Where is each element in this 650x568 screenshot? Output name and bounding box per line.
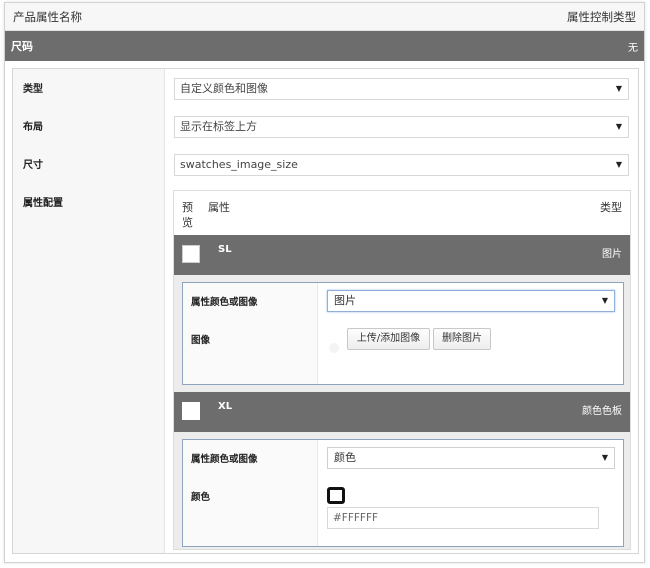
size-label: 尺寸 [23,160,43,171]
term-body-sl: 属性颜色或图像 图片 ▼ 图像 上传/添加图像 删除图片 [174,275,630,392]
settings-label-column [13,69,165,553]
attr-color-or-image-select[interactable]: 颜色 ▼ [327,447,615,469]
attribute-name: 尺码 [11,40,33,53]
attr-color-or-image-select[interactable]: 图片 ▼ [327,290,615,312]
color-hex-input[interactable]: #FFFFFF [327,507,599,529]
image-placeholder [329,343,339,353]
remove-image-button[interactable]: 删除图片 [433,328,491,350]
product-attribute-name-header: 产品属性名称 [13,9,82,24]
attribute-config-box: 预 览 属性 类型 SL 图片 属性颜色或图像 图片 ▼ 图像 上传/添加图像 … [173,190,631,550]
attr-color-or-image-label: 属性颜色或图像 [191,297,258,308]
layout-select[interactable]: 显示在标签上方 ▼ [174,116,629,138]
term-preview-swatch [182,245,200,263]
term-type: 颜色色板 [582,406,622,417]
layout-label: 布局 [23,122,43,133]
config-table-header: 预 览 属性 类型 [174,191,630,235]
attribute-panel: 产品属性名称 属性控制类型 尺码 无 类型 自定义颜色和图像 ▼ 布局 显示在标… [4,2,645,563]
term-body-xl: 属性颜色或图像 颜色 ▼ 颜色 #FFFFFF [174,432,630,549]
chevron-down-icon: ▼ [601,296,608,305]
color-label: 颜色 [191,492,211,503]
term-name: SL [218,244,232,255]
attribute-control-type-header: 属性控制类型 [567,9,636,24]
term-type: 图片 [602,249,622,260]
config-label: 属性配置 [23,198,63,209]
type-select-value: 自定义颜色和图像 [180,82,268,95]
type-header: 类型 [600,201,622,214]
attribute-row-size[interactable]: 尺码 无 [5,31,644,61]
term-name: XL [218,401,233,412]
attribute-settings-panel: 类型 自定义颜色和图像 ▼ 布局 显示在标签上方 ▼ 尺寸 swatches_i… [12,68,639,554]
term-settings-sl: 属性颜色或图像 图片 ▼ 图像 上传/添加图像 删除图片 [182,282,624,385]
term-preview-swatch [182,402,200,420]
attribute-control-type: 无 [628,42,638,54]
size-select[interactable]: swatches_image_size ▼ [174,154,629,176]
preview-header-line2: 览 [182,216,193,229]
size-select-value: swatches_image_size [180,158,298,171]
chevron-down-icon: ▼ [601,453,608,462]
table-header: 产品属性名称 属性控制类型 [5,3,644,31]
chevron-down-icon: ▼ [615,122,622,131]
upload-image-button[interactable]: 上传/添加图像 [347,328,430,350]
attr-select-value: 颜色 [334,451,356,464]
layout-select-value: 显示在标签上方 [180,120,257,133]
term-settings-xl: 属性颜色或图像 颜色 ▼ 颜色 #FFFFFF [182,439,624,547]
type-select[interactable]: 自定义颜色和图像 ▼ [174,78,629,100]
term-row-sl[interactable]: SL 图片 [174,235,630,275]
image-label: 图像 [191,335,211,346]
attribute-header: 属性 [208,201,230,214]
attr-select-value: 图片 [334,294,356,307]
chevron-down-icon: ▼ [615,84,622,93]
type-label: 类型 [23,84,43,95]
attr-color-or-image-label: 属性颜色或图像 [191,454,258,465]
term-row-xl[interactable]: XL 颜色色板 [174,392,630,432]
preview-header-line1: 预 [182,201,193,214]
chevron-down-icon: ▼ [615,160,622,169]
color-swatch-icon[interactable] [327,487,345,504]
